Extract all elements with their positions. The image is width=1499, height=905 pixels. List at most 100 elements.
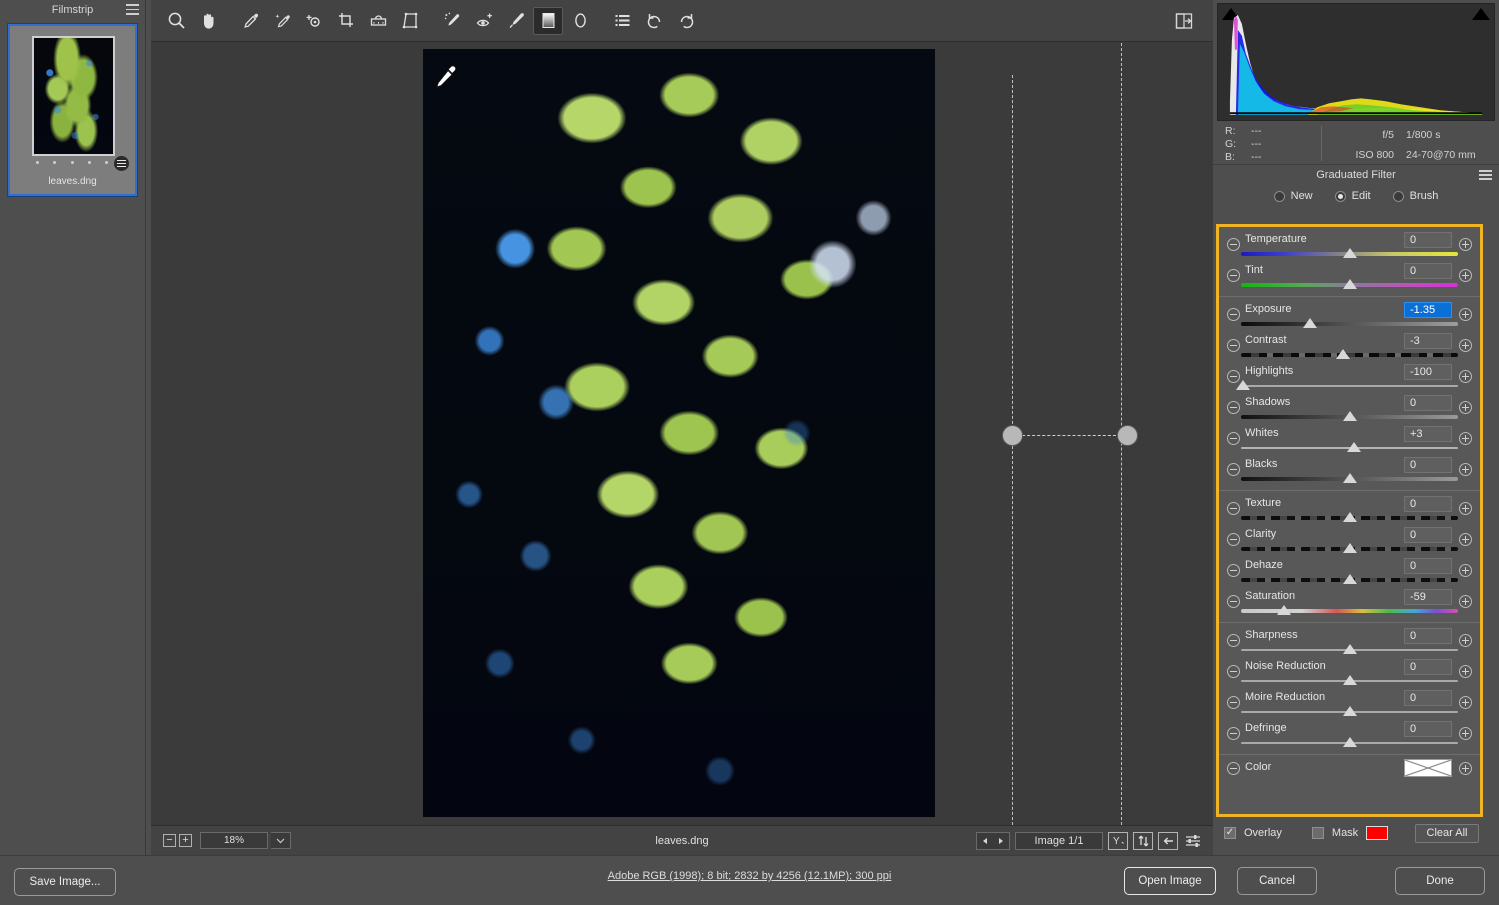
rotate-right-tool[interactable] <box>671 7 701 35</box>
increase-color-button[interactable] <box>1459 762 1472 775</box>
decrease-contrast-button[interactable] <box>1227 339 1240 352</box>
shadows-slider-thumb[interactable] <box>1342 411 1357 421</box>
decrease-shadows-button[interactable] <box>1227 401 1240 414</box>
radio-edit[interactable]: Edit <box>1334 190 1371 202</box>
thumbnail-rating-dots[interactable] <box>36 161 108 164</box>
before-after-button[interactable]: Y <box>1108 831 1128 850</box>
transform-tool[interactable] <box>395 7 425 35</box>
whites-value-field[interactable]: +3 <box>1404 426 1452 442</box>
image-viewport[interactable] <box>151 43 1213 825</box>
overlay-checkbox[interactable] <box>1224 827 1236 839</box>
radio-new[interactable]: New <box>1273 190 1313 202</box>
decrease-whites-button[interactable] <box>1227 432 1240 445</box>
preview-preferences-button[interactable] <box>1183 832 1203 850</box>
photo-preview[interactable] <box>423 49 935 817</box>
rotate-left-tool[interactable] <box>639 7 669 35</box>
done-button[interactable]: Done <box>1395 867 1485 895</box>
exposure-value-field[interactable]: -1.35 <box>1404 302 1452 318</box>
hamburger-menu-icon[interactable] <box>126 4 139 15</box>
mask-color-swatch[interactable] <box>1366 826 1389 840</box>
noise-reduction-value-field[interactable]: 0 <box>1404 659 1452 675</box>
increase-dehaze-button[interactable] <box>1459 564 1472 577</box>
zoom-level-field[interactable]: 18% <box>200 832 268 849</box>
crop-tool[interactable] <box>331 7 361 35</box>
increase-saturation-button[interactable] <box>1459 595 1472 608</box>
thumbnail-image[interactable] <box>32 36 115 156</box>
copy-settings-button[interactable] <box>1158 831 1178 850</box>
increase-sharpness-button[interactable] <box>1459 634 1472 647</box>
hand-tool[interactable] <box>193 7 223 35</box>
dehaze-value-field[interactable]: 0 <box>1404 558 1452 574</box>
decrease-temperature-button[interactable] <box>1227 238 1240 251</box>
increase-defringe-button[interactable] <box>1459 727 1472 740</box>
texture-slider-thumb[interactable] <box>1342 512 1357 522</box>
increase-clarity-button[interactable] <box>1459 533 1472 546</box>
contrast-slider-thumb[interactable] <box>1335 349 1350 359</box>
exposure-slider-track[interactable] <box>1241 322 1458 326</box>
saturation-slider-thumb[interactable] <box>1277 605 1292 615</box>
blacks-value-field[interactable]: 0 <box>1404 457 1452 473</box>
dehaze-slider-thumb[interactable] <box>1342 574 1357 584</box>
sharpness-value-field[interactable]: 0 <box>1404 628 1452 644</box>
targeted-adjustment-tool[interactable] <box>299 7 329 35</box>
increase-temperature-button[interactable] <box>1459 238 1472 251</box>
chevron-down-icon[interactable] <box>271 832 291 849</box>
image-nav-arrows[interactable] <box>976 831 1010 850</box>
zoom-tool[interactable] <box>161 7 191 35</box>
graduated-filter-tool[interactable] <box>533 6 563 35</box>
graduated-filter-guide-line-start[interactable] <box>1012 75 1013 825</box>
decrease-color-button[interactable] <box>1227 762 1240 775</box>
increase-tint-button[interactable] <box>1459 269 1472 282</box>
contrast-value-field[interactable]: -3 <box>1404 333 1452 349</box>
increase-blacks-button[interactable] <box>1459 463 1472 476</box>
texture-value-field[interactable]: 0 <box>1404 496 1452 512</box>
increase-texture-button[interactable] <box>1459 502 1472 515</box>
presets-tool[interactable] <box>607 7 637 35</box>
temperature-value-field[interactable]: 0 <box>1404 232 1452 248</box>
decrease-dehaze-button[interactable] <box>1227 564 1240 577</box>
increase-moire-reduction-button[interactable] <box>1459 696 1472 709</box>
temperature-slider-thumb[interactable] <box>1342 248 1357 258</box>
decrease-blacks-button[interactable] <box>1227 463 1240 476</box>
whites-slider-thumb[interactable] <box>1346 442 1361 452</box>
increase-shadows-button[interactable] <box>1459 401 1472 414</box>
histogram[interactable] <box>1217 3 1495 121</box>
zoom-in-button[interactable]: + <box>179 834 192 847</box>
white-balance-tool[interactable] <box>235 7 265 35</box>
cancel-button[interactable]: Cancel <box>1237 867 1317 895</box>
zoom-out-button[interactable]: − <box>163 834 176 847</box>
decrease-sharpness-button[interactable] <box>1227 634 1240 647</box>
increase-highlights-button[interactable] <box>1459 370 1472 383</box>
decrease-moire-reduction-button[interactable] <box>1227 696 1240 709</box>
clear-all-button[interactable]: Clear All <box>1415 823 1479 843</box>
exposure-slider-thumb[interactable] <box>1303 318 1318 328</box>
decrease-saturation-button[interactable] <box>1227 595 1240 608</box>
clarity-slider-thumb[interactable] <box>1342 543 1357 553</box>
decrease-texture-button[interactable] <box>1227 502 1240 515</box>
toggle-fullscreen-button[interactable] <box>1169 7 1199 35</box>
swap-before-after-button[interactable] <box>1133 831 1153 850</box>
increase-contrast-button[interactable] <box>1459 339 1472 352</box>
decrease-clarity-button[interactable] <box>1227 533 1240 546</box>
straighten-tool[interactable] <box>363 7 393 35</box>
saturation-slider-track[interactable] <box>1241 609 1458 613</box>
moire-reduction-value-field[interactable]: 0 <box>1404 690 1452 706</box>
increase-whites-button[interactable] <box>1459 432 1472 445</box>
tint-value-field[interactable]: 0 <box>1404 263 1452 279</box>
highlights-slider-track[interactable] <box>1241 385 1458 387</box>
color-sampler-tool[interactable] <box>267 7 297 35</box>
radio-brush[interactable]: Brush <box>1392 190 1438 202</box>
spot-removal-tool[interactable] <box>437 7 467 35</box>
prev-image-button[interactable] <box>977 833 993 849</box>
shadows-value-field[interactable]: 0 <box>1404 395 1452 411</box>
panel-menu-icon[interactable] <box>1479 170 1492 180</box>
next-image-button[interactable] <box>993 833 1009 849</box>
defringe-value-field[interactable]: 0 <box>1404 721 1452 737</box>
no-color-swatch[interactable] <box>1404 759 1452 777</box>
clarity-value-field[interactable]: 0 <box>1404 527 1452 543</box>
radial-filter-tool[interactable] <box>565 7 595 35</box>
increase-noise-reduction-button[interactable] <box>1459 665 1472 678</box>
filmstrip-thumbnail-item[interactable]: leaves.dng <box>7 23 138 197</box>
increase-exposure-button[interactable] <box>1459 308 1472 321</box>
defringe-slider-thumb[interactable] <box>1342 737 1357 747</box>
